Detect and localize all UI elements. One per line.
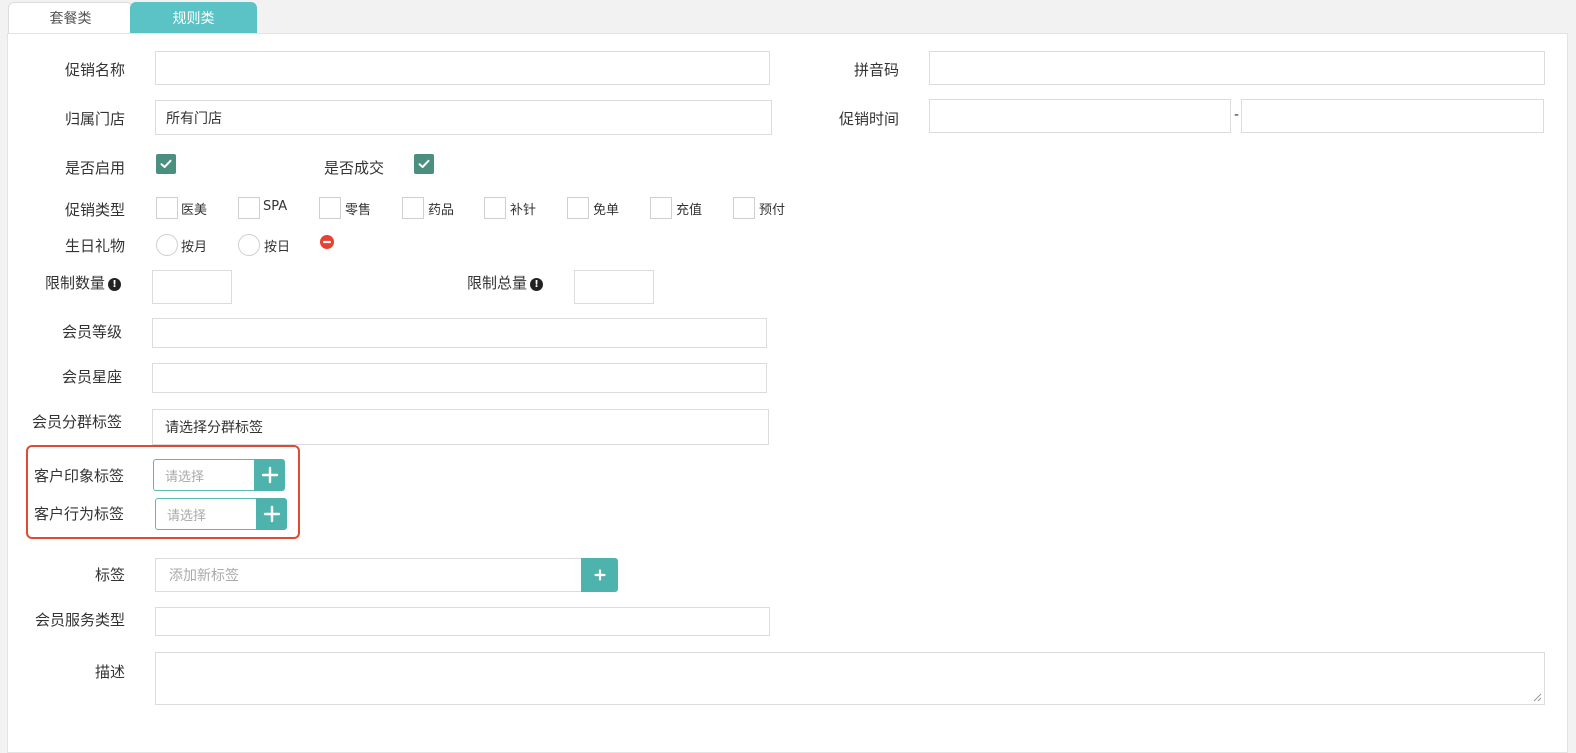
promo-type-option: 医美	[181, 203, 208, 218]
member-level-select[interactable]	[152, 318, 767, 348]
check-icon	[418, 159, 430, 168]
promo-name-label: 促销名称	[64, 61, 125, 79]
service-type-select[interactable]	[155, 607, 770, 636]
deal-checkbox[interactable]	[414, 154, 434, 174]
form-panel	[7, 33, 1568, 753]
promo-start-time-input[interactable]	[929, 99, 1231, 133]
promo-type-option: 补针	[510, 203, 537, 218]
promo-end-time-input[interactable]	[1241, 99, 1544, 133]
impression-tag-add-button[interactable]	[254, 459, 285, 491]
promo-type-checkbox-free[interactable]	[567, 197, 589, 219]
behavior-tag-placeholder: 请选择	[167, 508, 207, 524]
birthday-label: 生日礼物	[64, 237, 125, 255]
member-group-select[interactable]: 请选择分群标签	[152, 409, 769, 445]
pinyin-label: 拼音码	[853, 61, 899, 79]
info-icon: !	[108, 278, 122, 291]
behavior-tag-label: 客户行为标签	[34, 505, 125, 523]
limit-total-input[interactable]	[574, 270, 654, 304]
plus-icon	[263, 505, 280, 523]
store-value: 所有门店	[166, 110, 222, 127]
promo-type-checkbox-retail[interactable]	[319, 197, 341, 219]
tab-rules[interactable]: 规则类	[130, 2, 257, 34]
birthday-radio-day[interactable]	[238, 234, 260, 256]
promo-type-option: SPA	[263, 199, 288, 214]
promo-type-checkbox-yimei[interactable]	[156, 197, 178, 219]
impression-tag-input[interactable]: 请选择	[153, 459, 255, 491]
promo-type-option: 充值	[676, 203, 703, 218]
impression-tag-placeholder: 请选择	[165, 469, 205, 485]
desc-textarea[interactable]	[155, 652, 1545, 705]
birthday-radio-month[interactable]	[156, 234, 178, 256]
deal-label: 是否成交	[324, 159, 385, 177]
remove-icon[interactable]	[320, 235, 334, 249]
tab-package[interactable]: 套餐类	[8, 2, 133, 34]
plus-icon	[261, 466, 278, 484]
promo-type-option: 药品	[428, 203, 455, 218]
behavior-tag-add-button[interactable]	[256, 498, 287, 530]
birthday-option: 按日	[264, 240, 291, 255]
enabled-checkbox[interactable]	[156, 154, 176, 174]
check-icon	[160, 159, 172, 168]
promo-type-option: 预付	[759, 203, 786, 218]
tag-label: 标签	[94, 566, 125, 584]
promo-time-label: 促销时间	[838, 110, 899, 128]
promo-type-checkbox-prepaid[interactable]	[733, 197, 755, 219]
plus-icon	[593, 569, 606, 581]
birthday-option: 按月	[181, 240, 208, 255]
pinyin-input[interactable]	[929, 51, 1545, 85]
limit-total-label: 限制总量!	[467, 272, 544, 293]
promo-type-checkbox-spa[interactable]	[238, 197, 260, 219]
member-zodiac-select[interactable]	[152, 363, 767, 393]
store-label: 归属门店	[64, 110, 125, 128]
promo-type-checkbox-injection[interactable]	[484, 197, 506, 219]
desc-label: 描述	[94, 663, 125, 681]
promo-type-label: 促销类型	[64, 201, 125, 219]
member-zodiac-label: 会员星座	[61, 368, 122, 386]
member-group-value: 请选择分群标签	[165, 420, 263, 436]
promo-name-input[interactable]	[155, 51, 770, 85]
store-select[interactable]: 所有门店	[155, 100, 772, 135]
tag-input[interactable]: 添加新标签	[155, 558, 582, 592]
info-icon: !	[530, 278, 544, 291]
impression-tag-label: 客户印象标签	[34, 467, 125, 485]
member-group-label: 会员分群标签	[31, 413, 122, 431]
tag-add-button[interactable]	[581, 558, 618, 592]
service-type-label: 会员服务类型	[34, 611, 125, 629]
behavior-tag-input[interactable]: 请选择	[155, 498, 257, 530]
promo-type-option: 免单	[593, 203, 620, 218]
member-level-label: 会员等级	[61, 323, 122, 341]
time-separator: -	[1234, 107, 1240, 123]
enabled-label: 是否启用	[64, 159, 125, 177]
promo-type-checkbox-medicine[interactable]	[402, 197, 424, 219]
tag-placeholder: 添加新标签	[169, 568, 239, 584]
promo-type-checkbox-recharge[interactable]	[650, 197, 672, 219]
limit-qty-label: 限制数量!	[45, 272, 122, 293]
promo-type-option: 零售	[345, 203, 372, 218]
limit-qty-input[interactable]	[152, 270, 232, 304]
resize-handle-icon[interactable]	[1533, 693, 1542, 702]
